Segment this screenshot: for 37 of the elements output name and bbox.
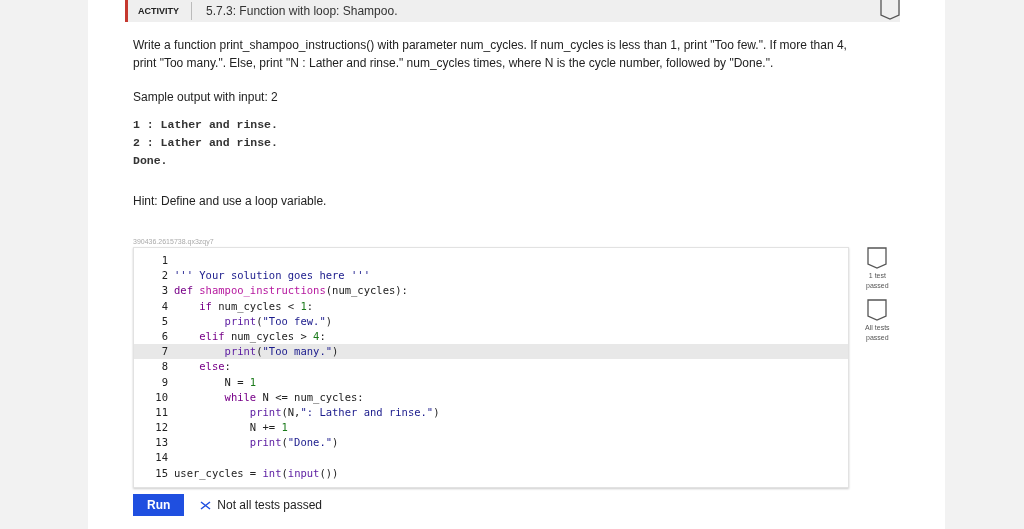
line-number: 14 xyxy=(154,450,169,466)
code-line: print("Done.") xyxy=(248,435,339,451)
code-line: else: xyxy=(198,359,231,375)
activity-label: ACTIVITY xyxy=(138,2,192,20)
code-line: print("Too many.") xyxy=(223,344,339,360)
code-line: ''' Your solution goes here ''' xyxy=(174,268,370,284)
code-line: user_cycles = int(input()) xyxy=(174,465,339,481)
code-line: N += 1 xyxy=(248,420,288,436)
line-number: 6 xyxy=(160,328,169,344)
run-button[interactable]: Run xyxy=(133,494,185,516)
line-number: 15 xyxy=(154,465,169,481)
line-number: 11 xyxy=(154,404,169,420)
line-number: 9 xyxy=(160,374,169,390)
code-line: print("Too few.") xyxy=(223,313,333,329)
line-number: 12 xyxy=(154,420,169,436)
activity-title: 5.7.3: Function with loop: Shampoo. xyxy=(205,4,399,18)
code-line: def shampoo_instructions(num_cycles): xyxy=(174,283,408,299)
instructions-text: Write a function print_shampoo_instructions() with parameter num_cycles. If num_cycles is less than 1, print "Too few.". If more than 4, print "Too many.". Else, print "N : Lather and rinse." num_cycles times, where N is the cycle number, followed by "Done.". xyxy=(133,37,848,72)
line-number: 5 xyxy=(160,313,169,329)
line-number: 13 xyxy=(154,435,169,451)
sample-output: 1 : Lather and rinse. 2 : Lather and rinse. Done. xyxy=(133,117,279,169)
code-line: while N <= num_cycles: xyxy=(223,389,364,405)
code-line: N = 1 xyxy=(223,374,257,390)
code-line: elif num_cycles > 4: xyxy=(198,328,326,345)
line-number: 7 xyxy=(160,344,169,360)
sample-output-label: Sample output with input: 2 xyxy=(133,89,279,106)
line-number: 1 xyxy=(160,253,169,268)
code-line: print(N,": Lather and rinse.") xyxy=(248,404,440,420)
line-number: 3 xyxy=(160,283,169,299)
line-number: 4 xyxy=(160,298,169,314)
line-number: 2 xyxy=(160,268,169,284)
code-line: if num_cycles < 1: xyxy=(198,298,314,314)
line-number: 10 xyxy=(154,389,169,405)
line-number: 8 xyxy=(160,359,169,375)
code-editor[interactable] xyxy=(133,247,849,488)
hint-text: Hint: Define and use a loop variable. xyxy=(133,193,328,210)
result-text: Not all tests passed xyxy=(217,498,323,512)
